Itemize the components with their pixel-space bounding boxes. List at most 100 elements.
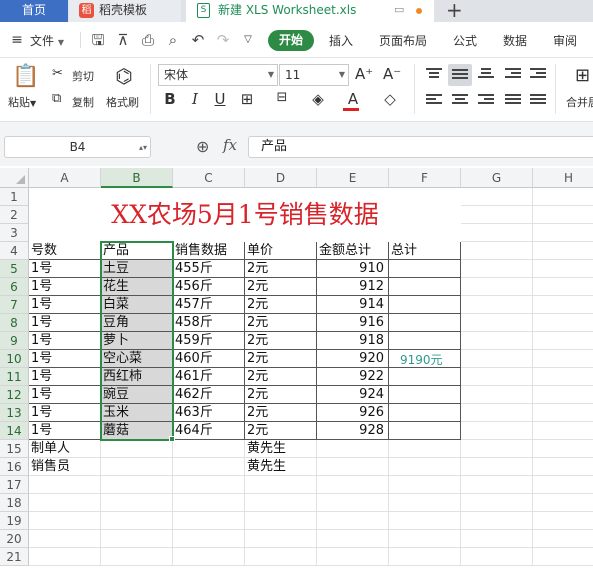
data-cell[interactable]: 457斤 [173, 296, 245, 314]
data-cell[interactable]: 1号 [29, 368, 101, 386]
format-painter-button[interactable]: 格式刷 [106, 94, 139, 110]
empty-cell[interactable] [533, 512, 593, 530]
data-cell[interactable]: 456斤 [173, 278, 245, 296]
empty-cell[interactable] [389, 512, 461, 530]
empty-cell[interactable] [389, 548, 461, 566]
row-header[interactable]: 11 [0, 368, 29, 386]
empty-cell[interactable] [29, 512, 101, 530]
empty-cell[interactable] [101, 440, 173, 458]
column-header[interactable]: H [533, 168, 593, 188]
total-cell[interactable] [389, 314, 461, 332]
border-icon[interactable]: ⊞ [237, 90, 257, 108]
empty-cell[interactable] [533, 494, 593, 512]
row-header[interactable]: 16 [0, 458, 29, 476]
empty-cell[interactable] [461, 422, 533, 440]
column-header[interactable]: E [317, 168, 389, 188]
empty-cell[interactable] [461, 260, 533, 278]
save-icon[interactable]: 🖫 [89, 31, 107, 49]
empty-cell[interactable] [461, 548, 533, 566]
paste-icon[interactable]: 📋 [12, 64, 39, 89]
row-header[interactable]: 4 [0, 242, 29, 260]
name-box[interactable]: B4 ▴▾ [4, 136, 151, 158]
italic-button[interactable]: I [185, 90, 205, 108]
empty-cell[interactable] [317, 512, 389, 530]
add-tab-button[interactable]: + [446, 0, 463, 22]
total-value-cell[interactable]: 9190元 [400, 351, 443, 368]
data-cell[interactable]: 926 [317, 404, 389, 422]
product-cell[interactable]: 西红柿 [101, 368, 173, 386]
print-icon[interactable]: ⎙ [139, 31, 157, 49]
empty-cell[interactable] [533, 206, 593, 224]
empty-cell[interactable] [533, 386, 593, 404]
product-cell[interactable]: 玉米 [101, 404, 173, 422]
indent-increase-icon[interactable] [530, 68, 546, 80]
print-preview-icon[interactable]: ⌕ [164, 31, 182, 49]
header-cell[interactable]: 产品 [101, 242, 173, 260]
align-justify-icon[interactable] [505, 94, 521, 106]
empty-cell[interactable] [533, 314, 593, 332]
data-cell[interactable]: 914 [317, 296, 389, 314]
empty-cell[interactable] [173, 548, 245, 566]
copy-button[interactable]: 复制 [72, 94, 94, 110]
row-header[interactable]: 6 [0, 278, 29, 296]
tab-home[interactable]: 首页 [0, 0, 68, 22]
header-cell[interactable]: 单价 [245, 242, 317, 260]
zoom-icon[interactable]: ⊕ [196, 137, 209, 156]
empty-cell[interactable] [389, 476, 461, 494]
column-header[interactable]: C [173, 168, 245, 188]
data-cell[interactable]: 1号 [29, 296, 101, 314]
total-cell[interactable] [389, 386, 461, 404]
column-header[interactable]: F [389, 168, 461, 188]
data-cell[interactable]: 458斤 [173, 314, 245, 332]
empty-cell[interactable] [173, 476, 245, 494]
row-header[interactable]: 7 [0, 296, 29, 314]
product-cell[interactable]: 萝卜 [101, 332, 173, 350]
empty-cell[interactable] [101, 494, 173, 512]
data-cell[interactable]: 461斤 [173, 368, 245, 386]
empty-cell[interactable] [29, 530, 101, 548]
data-cell[interactable]: 2元 [245, 368, 317, 386]
cell-style-icon[interactable]: ⊟ [272, 90, 292, 105]
menu-page-layout[interactable]: 页面布局 [379, 32, 427, 49]
row-header[interactable]: 1 [0, 188, 29, 206]
menu-review[interactable]: 审阅 [553, 32, 577, 49]
data-cell[interactable]: 463斤 [173, 404, 245, 422]
row-header[interactable]: 2 [0, 206, 29, 224]
empty-cell[interactable] [317, 458, 389, 476]
data-cell[interactable]: 2元 [245, 314, 317, 332]
empty-cell[interactable] [245, 494, 317, 512]
empty-cell[interactable] [461, 242, 533, 260]
empty-cell[interactable] [461, 476, 533, 494]
tab-template[interactable]: 稻 稻壳模板 [69, 0, 181, 22]
empty-cell[interactable] [101, 476, 173, 494]
product-cell[interactable]: 白菜 [101, 296, 173, 314]
redo-icon[interactable]: ↷ [214, 31, 232, 49]
data-cell[interactable]: 924 [317, 386, 389, 404]
row-header[interactable]: 19 [0, 512, 29, 530]
product-cell[interactable]: 豌豆 [101, 386, 173, 404]
empty-cell[interactable] [533, 530, 593, 548]
empty-cell[interactable] [317, 440, 389, 458]
total-cell[interactable] [389, 260, 461, 278]
total-cell[interactable] [389, 368, 461, 386]
empty-cell[interactable] [29, 548, 101, 566]
menu-data[interactable]: 数据 [503, 32, 527, 49]
data-cell[interactable]: 2元 [245, 404, 317, 422]
empty-cell[interactable] [317, 530, 389, 548]
empty-cell[interactable] [461, 440, 533, 458]
empty-cell[interactable] [461, 368, 533, 386]
align-top-icon[interactable] [426, 68, 442, 80]
align-bottom-icon[interactable] [478, 68, 494, 80]
header-cell[interactable]: 金额总计 [317, 242, 389, 260]
data-cell[interactable]: 2元 [245, 386, 317, 404]
hamburger-icon[interactable]: ≡ [8, 31, 26, 49]
fx-icon[interactable]: fx [223, 136, 237, 154]
menu-start[interactable]: 开始 [268, 30, 314, 51]
row-header[interactable]: 17 [0, 476, 29, 494]
data-cell[interactable]: 460斤 [173, 350, 245, 368]
header-cell[interactable]: 总计 [389, 242, 461, 260]
data-cell[interactable]: 912 [317, 278, 389, 296]
empty-cell[interactable] [29, 494, 101, 512]
align-center-icon[interactable] [452, 94, 468, 106]
data-cell[interactable]: 2元 [245, 332, 317, 350]
